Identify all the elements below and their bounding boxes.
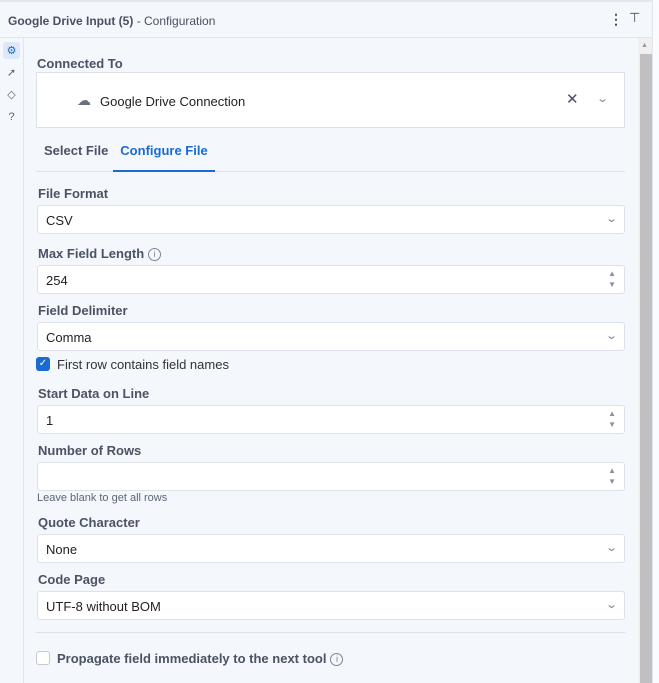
tag-icon[interactable]: ◇ [3, 86, 20, 103]
output-arrow-icon[interactable]: ➚ [3, 64, 20, 81]
scrollbar-thumb[interactable] [640, 54, 652, 683]
max-field-length-label: Max Field Length i [38, 246, 162, 262]
file-format-label: File Format [38, 186, 109, 201]
right-edge [652, 0, 659, 683]
cloud-icon: ☁ [77, 92, 91, 108]
start-line-input[interactable]: 1 ▲ ▼ [37, 405, 625, 434]
stepper-icon[interactable]: ▲ ▼ [608, 408, 616, 430]
first-row-label: First row contains field names [57, 357, 229, 372]
file-format-select[interactable]: CSV ⌄ [37, 205, 625, 234]
chevron-down-icon: ⌄ [604, 542, 618, 554]
connected-to-label: Connected To [37, 56, 123, 71]
num-rows-hint: Leave blank to get all rows [37, 492, 168, 504]
connection-value: Google Drive Connection [100, 94, 246, 109]
help-icon[interactable]: ? [3, 108, 20, 125]
chevron-down-icon: ⌄ [604, 213, 618, 225]
num-rows-input[interactable]: ▲ ▼ [37, 462, 625, 491]
stepper-icon[interactable]: ▲ ▼ [608, 268, 616, 290]
field-delimiter-select[interactable]: Comma ⌄ [37, 322, 625, 351]
propagate-label: Propagate field immediately to the next … [57, 651, 344, 667]
gear-icon[interactable]: ⚙ [3, 42, 20, 59]
code-page-label: Code Page [38, 572, 106, 587]
pin-icon[interactable]: ⊤ [629, 10, 640, 26]
scroll-up-icon[interactable]: ▲ [641, 42, 648, 49]
info-icon[interactable]: i [330, 653, 344, 667]
tab-select-file[interactable]: Select File [44, 143, 108, 158]
chevron-down-icon: ⌄ [604, 330, 618, 342]
connection-select[interactable]: ☁ Google Drive Connection ✕ ⌄ [36, 72, 625, 128]
sidebar: ⚙ ➚ ◇ ? [0, 38, 24, 683]
start-line-label: Start Data on Line [38, 386, 150, 401]
num-rows-label: Number of Rows [38, 443, 142, 458]
chevron-down-icon[interactable]: ⌄ [596, 92, 609, 105]
first-row-checkbox[interactable]: ✓ [36, 357, 50, 371]
tab-configure-file[interactable]: Configure File [113, 143, 215, 172]
quote-char-label: Quote Character [38, 515, 140, 530]
code-page-select[interactable]: UTF-8 without BOM ⌄ [37, 591, 625, 620]
panel-header: Google Drive Input (5) - Configuration ⋮… [0, 0, 652, 38]
divider [36, 632, 625, 633]
chevron-down-icon: ⌄ [604, 599, 618, 611]
more-options-icon[interactable]: ⋮ [609, 11, 623, 28]
panel-title: Google Drive Input (5) - Configuration [8, 14, 216, 28]
propagate-checkbox[interactable] [36, 651, 50, 665]
field-delimiter-label: Field Delimiter [38, 303, 128, 318]
stepper-icon[interactable]: ▲ ▼ [608, 465, 616, 487]
clear-icon[interactable]: ✕ [566, 90, 579, 108]
quote-char-select[interactable]: None ⌄ [37, 534, 625, 563]
info-icon[interactable]: i [148, 248, 162, 262]
max-field-length-input[interactable]: 254 ▲ ▼ [37, 265, 625, 294]
